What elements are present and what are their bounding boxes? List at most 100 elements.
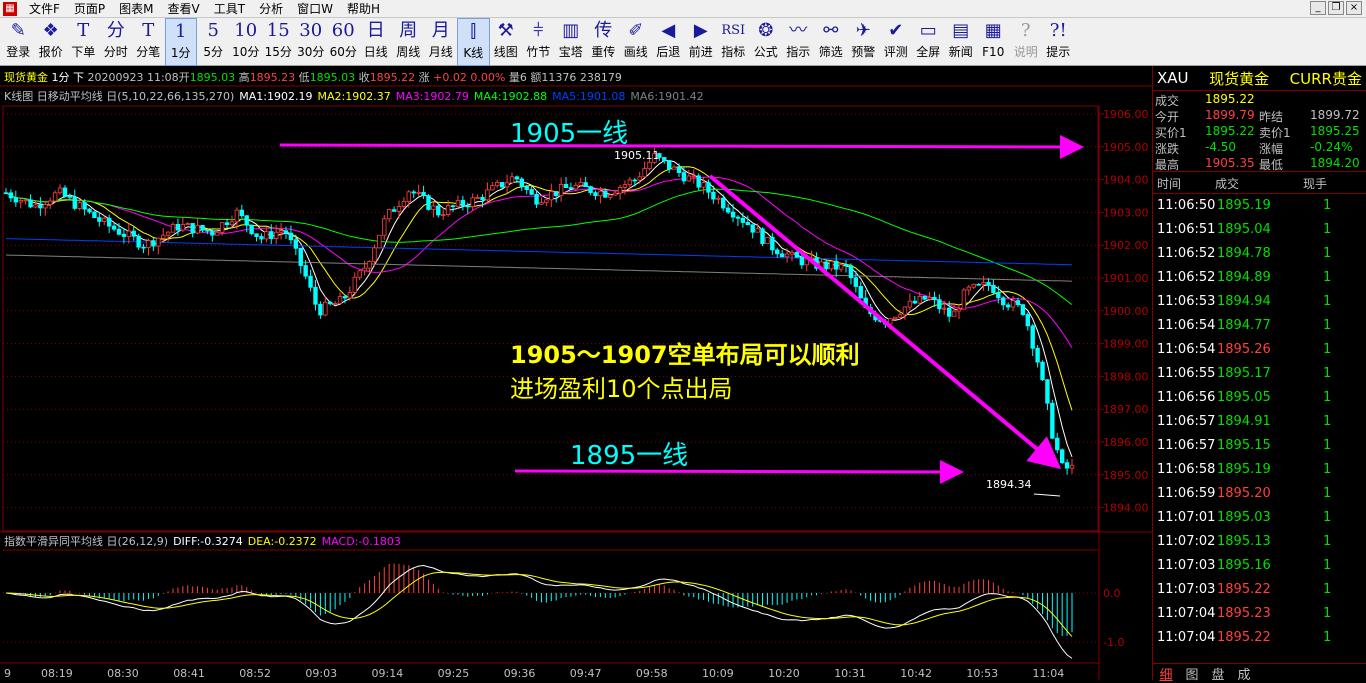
resend-button[interactable]: 传重传 xyxy=(587,18,620,66)
order-button[interactable]: T 下单 xyxy=(67,18,100,66)
menu-item[interactable]: 查看V xyxy=(161,0,207,18)
tick-button[interactable]: T 分笔 xyxy=(132,18,165,66)
close-icon[interactable]: × xyxy=(1346,1,1362,15)
candle-body xyxy=(23,199,28,202)
symbol-name: 现货黄金 xyxy=(1209,69,1270,88)
tick-time: 11:07:04 xyxy=(1157,630,1216,645)
toolbar-label: 分笔 xyxy=(136,45,161,59)
evaluate-button[interactable]: ✔ 评测 xyxy=(880,18,913,66)
time-tick-label: 11:04 xyxy=(1033,667,1065,680)
news-button[interactable]: ▤ 新闻 xyxy=(945,18,978,66)
kline-chart[interactable]: 现货黄金 1分 下 20200923 11:08开1895.03 高1895.2… xyxy=(0,66,1152,680)
period-15m-button[interactable]: 15 15分 xyxy=(262,18,295,66)
kline-button[interactable]: ⫿ K线 xyxy=(457,18,490,66)
toolbar-label: 预警 xyxy=(851,45,876,59)
ma-value: MA3:1902.79 xyxy=(396,90,469,103)
candle-body xyxy=(1040,361,1045,381)
candle-body xyxy=(283,230,289,234)
candle-body xyxy=(62,187,68,197)
time-tick-label: 09:14 xyxy=(372,667,404,680)
forward-button[interactable]: ▶ 前进 xyxy=(685,18,718,66)
menu-item[interactable]: 窗口W xyxy=(290,0,340,18)
price-tick-label: 1898.00 xyxy=(1103,370,1149,383)
toolbar-label: 15分 xyxy=(264,45,292,59)
candle-body xyxy=(971,283,976,288)
signal-button[interactable]: 〰指示 xyxy=(782,18,815,66)
price-tick-label: 1900.00 xyxy=(1103,305,1149,318)
candle-body xyxy=(298,247,303,266)
candle-body xyxy=(662,157,667,161)
tick-time: 11:06:57 xyxy=(1157,414,1216,429)
candle-body xyxy=(102,217,107,222)
quote-open: 今开 1899.79 昨结 1899.72 xyxy=(1153,107,1366,124)
candle-body xyxy=(711,191,716,200)
menu-item[interactable]: 工具T xyxy=(207,0,252,18)
time-tick-label: 09:47 xyxy=(570,667,602,680)
draw-button[interactable]: ✐ 画线 xyxy=(620,18,653,66)
period-30m-icon: 30 xyxy=(299,20,323,41)
panel-tab[interactable]: 盘 xyxy=(1205,664,1231,683)
tick-price: 1895.13 xyxy=(1217,534,1271,549)
label-1905-line: 1905一线 xyxy=(510,119,628,149)
menu-item[interactable]: 页面P xyxy=(67,0,112,18)
explain-button[interactable]: ? 说明 xyxy=(1010,18,1043,66)
filter-button[interactable]: ⚯ 筛选 xyxy=(815,18,848,66)
candle-body xyxy=(966,286,972,291)
minimize-icon[interactable]: _ xyxy=(1310,1,1326,15)
candle-body xyxy=(401,201,407,207)
menu-item[interactable]: 分析 xyxy=(252,0,290,18)
candle-body xyxy=(495,182,500,187)
tick-qty: 1 xyxy=(1323,438,1332,453)
candle-body xyxy=(612,192,618,196)
panel-tab[interactable]: 成 xyxy=(1231,664,1257,683)
toolbar-label: F10 xyxy=(982,45,1005,59)
daily-button[interactable]: 日日线 xyxy=(360,18,393,66)
candle-body xyxy=(794,251,800,258)
tick-table[interactable]: 11:06:50 1895.19 1 11:06:51 1895.04 1 11:06:52… xyxy=(1153,194,1366,650)
panel-tab[interactable]: 图 xyxy=(1179,664,1205,683)
indicator-button[interactable]: RSI 指标 xyxy=(717,18,750,66)
formula-button[interactable]: ❂ 公式 xyxy=(750,18,783,66)
period-1m-button[interactable]: 1 1分 xyxy=(164,18,197,66)
candle-body xyxy=(735,216,741,219)
panel-tab[interactable]: 细 xyxy=(1153,664,1179,683)
weekly-button[interactable]: 周周线 xyxy=(392,18,425,66)
f10-button[interactable]: ▦ F10 xyxy=(977,18,1010,66)
f10-icon: ▦ xyxy=(984,20,1002,41)
tick-qty: 1 xyxy=(1323,270,1332,285)
hint-button[interactable]: ?! 提示 xyxy=(1042,18,1075,66)
fullscreen-button[interactable]: ▭ 全屏 xyxy=(912,18,945,66)
toolbar-label: 60分 xyxy=(329,45,357,59)
value-high: 1905.35 xyxy=(1205,156,1255,170)
back-button[interactable]: ◀ 后退 xyxy=(652,18,685,66)
menu-item[interactable]: 帮助H xyxy=(340,0,387,18)
candle-body xyxy=(234,209,240,223)
menu-item[interactable]: 图表M xyxy=(112,0,160,18)
candle-body xyxy=(563,184,569,189)
candle-body xyxy=(725,207,731,213)
time-tick-label: 08:19 xyxy=(41,667,73,680)
menu-item[interactable]: 文件F xyxy=(22,0,67,18)
candle-body xyxy=(745,222,750,226)
tower-button[interactable]: ▥ 宝塔 xyxy=(555,18,588,66)
bamboo-button[interactable]: ⫩ 竹节 xyxy=(522,18,555,66)
tick-qty: 1 xyxy=(1323,366,1332,381)
period-5m-button[interactable]: 5 5分 xyxy=(197,18,230,66)
candle-body xyxy=(342,296,348,299)
candle-body xyxy=(838,264,844,270)
timeshare-button[interactable]: 分分时 xyxy=(100,18,133,66)
period-60m-button[interactable]: 60 60分 xyxy=(327,18,360,66)
quote-button[interactable]: ❖ 报价 xyxy=(35,18,68,66)
tick-qty: 1 xyxy=(1323,534,1332,549)
candle-body xyxy=(239,209,244,217)
login-button[interactable]: ✎ 登录 xyxy=(2,18,35,66)
linechart-button[interactable]: ⚒ 线图 xyxy=(490,18,523,66)
candle-body xyxy=(750,224,755,233)
period-30m-button[interactable]: 30 30分 xyxy=(295,18,328,66)
monthly-button[interactable]: 月月线 xyxy=(425,18,458,66)
alert-button[interactable]: ✈ 预警 xyxy=(847,18,880,66)
restore-icon[interactable]: ❐ xyxy=(1328,1,1344,15)
hint-icon: ?! xyxy=(1049,20,1067,41)
header-period: 1分 xyxy=(48,71,70,84)
period-10m-button[interactable]: 10 10分 xyxy=(230,18,263,66)
